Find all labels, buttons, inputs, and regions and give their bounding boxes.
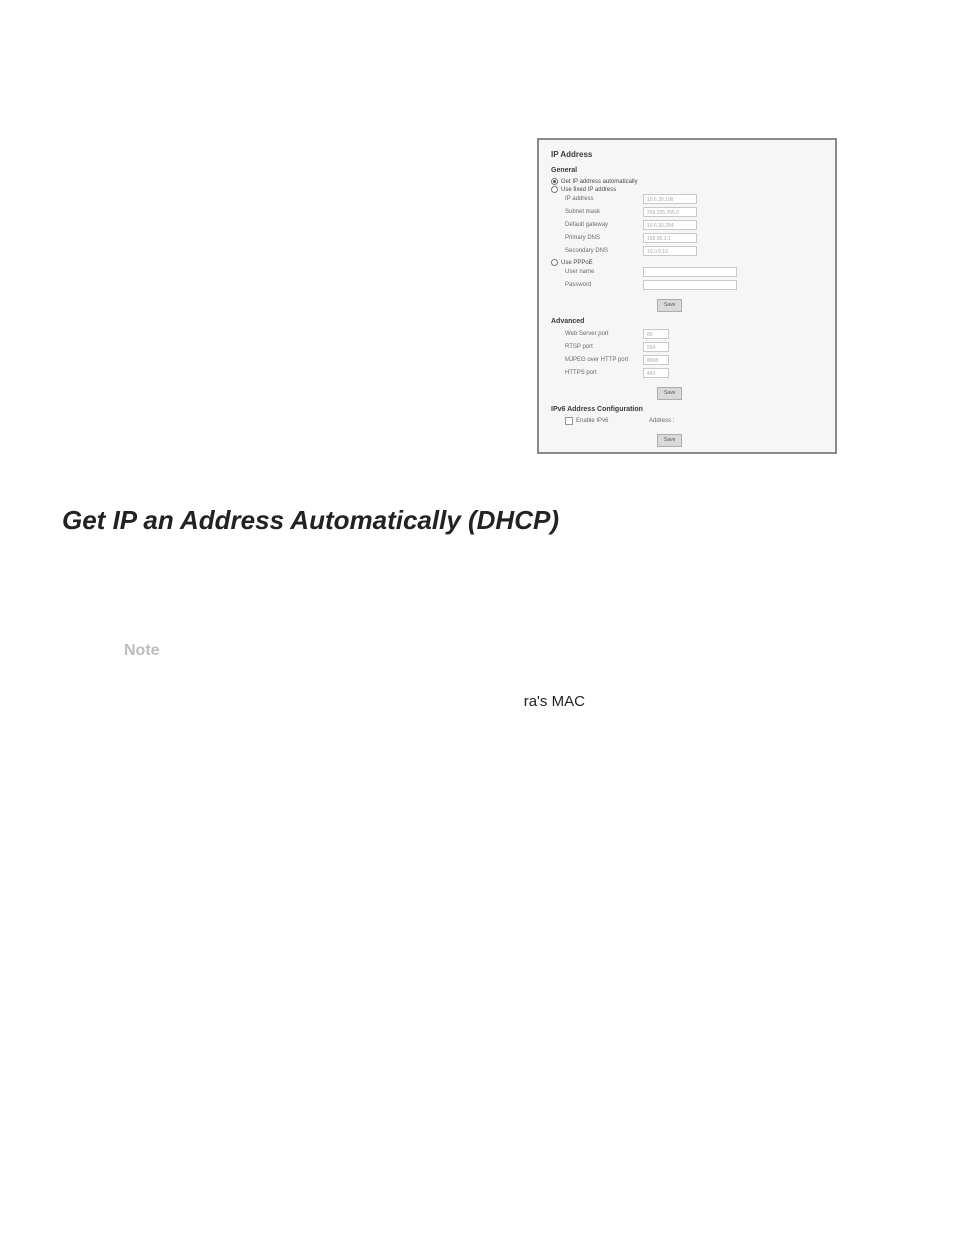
subnet-mask-label: Subnet mask <box>565 209 643 215</box>
radio-pppoe[interactable]: Use PPPoE <box>551 259 823 266</box>
default-gateway-label: Default gateway <box>565 222 643 228</box>
radio-icon <box>551 259 558 266</box>
save-button-general[interactable]: Save <box>657 299 682 312</box>
enable-ipv6-label: Enable IPv6 <box>576 418 649 424</box>
pppoe-user-label: User name <box>565 269 643 275</box>
note-text-hidden: We strongly recommend you enter your net… <box>124 672 869 710</box>
mjpeg-port-input[interactable]: 8008 <box>643 355 669 365</box>
checkbox-enable-ipv6[interactable] <box>565 417 573 425</box>
panel-title: IP Address <box>551 150 823 159</box>
radio-label: Use fixed IP address <box>561 187 616 193</box>
ip-address-settings-panel: IP Address General Get IP address automa… <box>537 138 837 454</box>
document-body: Get IP an Address Automatically (DHCP) S… <box>62 505 892 789</box>
https-port-label: HTTPS port <box>565 370 643 376</box>
https-port-input[interactable]: 443 <box>643 368 669 378</box>
pppoe-user-input[interactable] <box>643 267 737 277</box>
web-port-input[interactable]: 80 <box>643 329 669 339</box>
radio-icon <box>551 178 558 185</box>
note-label: Note <box>124 642 892 660</box>
primary-dns-label: Primary DNS <box>565 235 643 241</box>
note-text-visible: ra's MAC <box>524 693 585 710</box>
secondary-dns-label: Secondary DNS <box>565 248 643 254</box>
pppoe-pass-label: Password <box>565 282 643 288</box>
save-button-advanced[interactable]: Save <box>657 387 682 400</box>
rtsp-port-label: RTSP port <box>565 344 643 350</box>
paragraph-intro: Select this option to obtain an availabl… <box>124 572 884 614</box>
note-paragraph-1: We strongly recommend you enter your net… <box>124 670 884 712</box>
primary-dns-input[interactable]: 168.95.1.1 <box>643 233 697 243</box>
save-button-ipv6[interactable]: Save <box>657 434 682 447</box>
section-ipv6: IPv6 Address Configuration <box>551 406 823 413</box>
note-paragraph-2: you will always be directed to the corre… <box>124 740 884 761</box>
rtsp-port-input[interactable]: 554 <box>643 342 669 352</box>
radio-label: Get IP address automatically <box>561 179 638 185</box>
radio-icon <box>551 186 558 193</box>
default-gateway-input[interactable]: 10.6.30.254 <box>643 220 697 230</box>
mjpeg-port-label: MJPEG over HTTP port <box>565 357 643 363</box>
pppoe-pass-input[interactable] <box>643 280 737 290</box>
radio-auto-ip[interactable]: Get IP address automatically <box>551 178 823 185</box>
web-port-label: Web Server port <box>565 331 643 337</box>
page-heading: Get IP an Address Automatically (DHCP) <box>62 505 892 536</box>
secondary-dns-input[interactable]: 10.0.0.10 <box>643 246 697 256</box>
radio-fixed-ip[interactable]: Use fixed IP address <box>551 186 823 193</box>
section-general: General <box>551 167 823 174</box>
radio-label: Use PPPoE <box>561 260 593 266</box>
ipv6-address-label: Address : <box>649 418 674 424</box>
subnet-mask-input[interactable]: 255.255.255.0 <box>643 207 697 217</box>
section-advanced: Advanced <box>551 318 823 325</box>
ip-address-label: IP address <box>565 196 643 202</box>
ip-address-input[interactable]: 10.6.30.198 <box>643 194 697 204</box>
